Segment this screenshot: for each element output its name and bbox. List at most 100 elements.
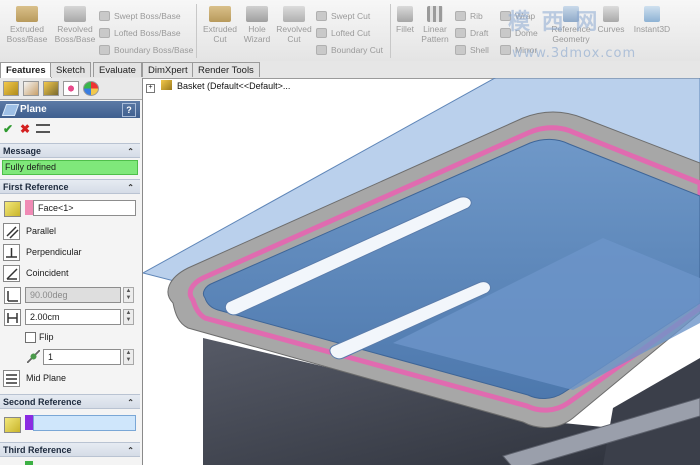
fillet-button[interactable]: Fillet	[393, 6, 417, 34]
second-reference-header-label: Second Reference	[3, 397, 82, 407]
linear-pattern-label: Linear Pattern	[421, 24, 449, 44]
shell-icon	[455, 45, 466, 55]
first-reference-section-header[interactable]: First Reference ⌃	[0, 179, 140, 194]
part-name-label: Basket (Default<<Default>...	[177, 81, 291, 91]
first-reference-header-label: First Reference	[3, 182, 69, 192]
ribbon-separator	[390, 4, 391, 58]
help-button[interactable]: ?	[122, 103, 136, 117]
lofted-cut-icon	[316, 28, 327, 38]
draft-label: Draft	[470, 28, 489, 38]
draft-button[interactable]: Draft	[455, 26, 488, 40]
boundary-cut-label: Boundary Cut	[331, 45, 383, 55]
lofted-boss-icon	[99, 28, 110, 38]
curves-label: Curves	[597, 24, 625, 34]
revolved-boss-icon	[64, 6, 86, 22]
feature-manager-icon[interactable]	[3, 81, 19, 96]
linear-pattern-button[interactable]: Linear Pattern	[418, 6, 452, 44]
rib-button[interactable]: Rib	[455, 9, 483, 23]
swept-boss-icon	[99, 11, 110, 21]
hole-wizard-button[interactable]: Hole Wizard	[240, 6, 274, 44]
lofted-boss-label: Lofted Boss/Base	[114, 28, 181, 38]
tab-features[interactable]: Features	[0, 62, 52, 79]
curves-button[interactable]: Curves	[596, 6, 626, 34]
plane-header: Plane ?	[0, 101, 140, 118]
swept-boss-button[interactable]: Swept Boss/Base	[99, 9, 181, 23]
lofted-cut-button[interactable]: Lofted Cut	[316, 26, 370, 40]
spin-up-icon: ▲	[125, 310, 132, 316]
graphics-area[interactable]: + Basket (Default<<Default>...	[143, 78, 700, 465]
number-of-planes-spinner[interactable]: ▲ ▼	[123, 349, 134, 365]
second-reference-color	[25, 415, 33, 430]
feature-tree-root[interactable]: + Basket (Default<<Default>...	[146, 80, 290, 93]
perpendicular-label: Perpendicular	[26, 247, 82, 257]
cancel-icon[interactable]: ✖	[20, 122, 30, 136]
flip-checkbox[interactable]	[25, 332, 36, 343]
number-of-planes-icon	[27, 350, 40, 363]
angle-icon[interactable]	[4, 287, 21, 304]
instant3d-label: Instant3D	[633, 24, 671, 34]
second-reference-section-header[interactable]: Second Reference ⌃	[0, 394, 140, 409]
distance-spinner[interactable]: ▲ ▼	[123, 309, 134, 325]
message-section-header[interactable]: Message ⌃	[0, 143, 140, 158]
collapse-icon[interactable]: ⌃	[127, 395, 134, 410]
flip-label: Flip	[39, 332, 54, 342]
swept-cut-button[interactable]: Swept Cut	[316, 9, 370, 23]
watermark-text: 模 西 网	[508, 10, 600, 35]
extruded-boss-icon	[16, 6, 38, 22]
distance-field[interactable]: 2.00cm	[25, 309, 121, 325]
boundary-cut-button[interactable]: Boundary Cut	[316, 43, 383, 57]
collapse-icon[interactable]: ⌃	[127, 443, 134, 458]
tab-render-tools[interactable]: Render Tools	[192, 62, 260, 77]
plane-title: Plane	[20, 104, 47, 115]
shell-button[interactable]: Shell	[455, 43, 489, 57]
third-reference-section-header[interactable]: Third Reference ⌃	[0, 442, 140, 457]
tab-dimxpert[interactable]: DimXpert	[142, 62, 194, 77]
command-tabs: Features Sketch Evaluate DimXpert Render…	[0, 61, 700, 79]
revolved-boss-button[interactable]: Revolved Boss/Base	[52, 6, 98, 44]
face-selection-icon	[4, 417, 21, 433]
extruded-cut-button[interactable]: Extruded Cut	[200, 6, 240, 44]
expand-icon[interactable]: +	[146, 84, 155, 93]
distance-icon[interactable]	[4, 309, 21, 326]
instant3d-button[interactable]: Instant3D	[628, 6, 676, 34]
second-reference-field[interactable]	[33, 415, 136, 431]
mirror-icon	[500, 45, 511, 55]
hole-wizard-label: Hole Wizard	[243, 24, 271, 44]
collapse-icon[interactable]: ⌃	[127, 180, 134, 195]
display-manager-icon[interactable]	[83, 81, 99, 96]
swept-cut-icon	[316, 11, 327, 21]
lofted-boss-button[interactable]: Lofted Boss/Base	[99, 26, 181, 40]
property-manager-panel: Plane ? ✔ ✖ Message ⌃ Fully defined Firs…	[0, 78, 143, 465]
boundary-boss-label: Boundary Boss/Base	[114, 45, 194, 55]
tab-sketch[interactable]: Sketch	[50, 62, 92, 77]
property-manager-icon[interactable]	[23, 81, 39, 96]
boundary-boss-button[interactable]: Boundary Boss/Base	[99, 43, 193, 57]
perpendicular-option[interactable]: Perpendicular	[3, 243, 82, 261]
part-icon	[160, 80, 172, 90]
plane-icon	[1, 104, 20, 116]
ok-icon[interactable]: ✔	[3, 122, 13, 136]
number-of-planes-field[interactable]: 1	[43, 349, 121, 365]
rib-label: Rib	[470, 11, 483, 21]
rib-icon	[455, 11, 466, 21]
command-manager-ribbon: Extruded Boss/Base Revolved Boss/Base Sw…	[0, 0, 700, 62]
dimxpert-manager-icon[interactable]	[63, 81, 79, 96]
revolved-cut-button[interactable]: Revolved Cut	[274, 6, 314, 44]
angle-field[interactable]: 90.00deg	[25, 287, 121, 303]
extruded-boss-label: Extruded Boss/Base	[6, 24, 48, 44]
angle-spinner[interactable]: ▲ ▼	[123, 287, 134, 303]
third-reference-header-label: Third Reference	[3, 445, 72, 455]
parallel-option[interactable]: Parallel	[3, 222, 56, 240]
first-reference-field[interactable]: Face<1>	[33, 200, 136, 216]
coincident-label: Coincident	[26, 268, 69, 278]
collapse-icon[interactable]: ⌃	[127, 144, 134, 159]
manager-icon-bar	[0, 78, 142, 100]
coincident-option[interactable]: Coincident	[3, 264, 69, 282]
pushpin-icon[interactable]	[36, 124, 50, 133]
extruded-boss-button[interactable]: Extruded Boss/Base	[4, 6, 50, 44]
tab-evaluate[interactable]: Evaluate	[93, 62, 142, 77]
mid-plane-option[interactable]: Mid Plane	[3, 369, 66, 387]
hole-wizard-icon	[246, 6, 268, 22]
configuration-manager-icon[interactable]	[43, 81, 59, 96]
parallel-label: Parallel	[26, 226, 57, 236]
